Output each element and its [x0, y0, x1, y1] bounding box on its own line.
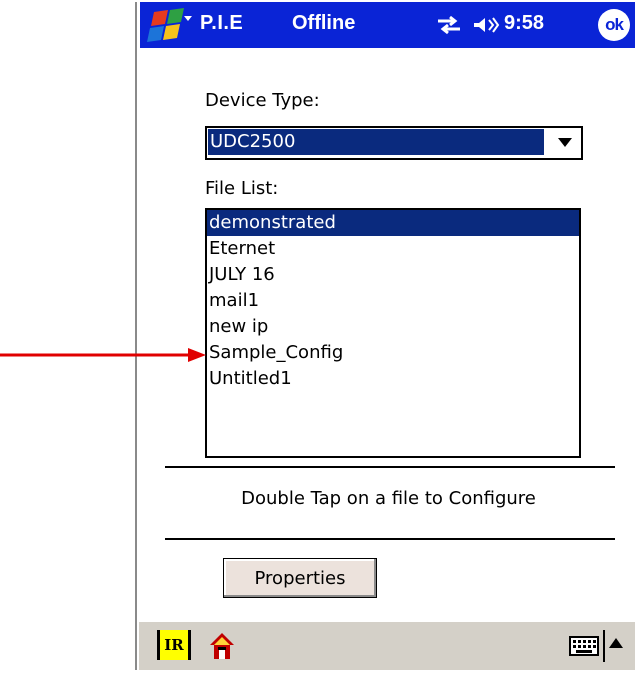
divider [165, 466, 615, 468]
device-type-value: UDC2500 [208, 129, 544, 155]
annotation-arrow-icon [0, 348, 206, 362]
menu-bar: IR [139, 620, 635, 670]
file-list-item[interactable]: new ip [207, 314, 579, 340]
file-list[interactable]: demonstrated Eternet JULY 16 mail1 new i… [205, 208, 581, 458]
file-list-item[interactable]: Sample_Config [207, 340, 579, 366]
divider [603, 630, 605, 662]
dropdown-arrow-icon[interactable] [549, 128, 581, 156]
home-icon[interactable] [209, 632, 235, 660]
ir-icon[interactable]: IR [157, 630, 191, 660]
clock[interactable]: 9:58 [504, 12, 544, 35]
file-list-item[interactable]: mail1 [207, 288, 579, 314]
divider [165, 538, 615, 540]
app-title: P.I.E [200, 12, 244, 34]
keyboard-icon[interactable] [569, 634, 599, 658]
sync-icon[interactable] [436, 15, 462, 35]
ok-button[interactable]: ok [598, 9, 630, 41]
sip-arrow-icon[interactable] [609, 638, 623, 648]
windows-start-icon[interactable] [144, 8, 196, 44]
file-list-item[interactable]: demonstrated [207, 210, 579, 236]
hint-text: Double Tap on a file to Configure [241, 488, 536, 509]
volume-icon[interactable] [472, 15, 500, 35]
pocketpc-screen: P.I.E Offline 9:58 ok Device Type: UDC25… [135, 2, 635, 670]
properties-button[interactable]: Properties [223, 558, 377, 598]
file-list-item[interactable]: Eternet [207, 236, 579, 262]
file-list-label: File List: [205, 178, 279, 199]
file-list-item[interactable]: Untitled1 [207, 366, 579, 392]
connection-status: Offline [292, 12, 356, 34]
file-list-item[interactable]: JULY 16 [207, 262, 579, 288]
device-type-dropdown[interactable]: UDC2500 [205, 126, 583, 160]
title-bar: P.I.E Offline 9:58 ok [140, 2, 635, 48]
device-type-label: Device Type: [205, 90, 320, 111]
